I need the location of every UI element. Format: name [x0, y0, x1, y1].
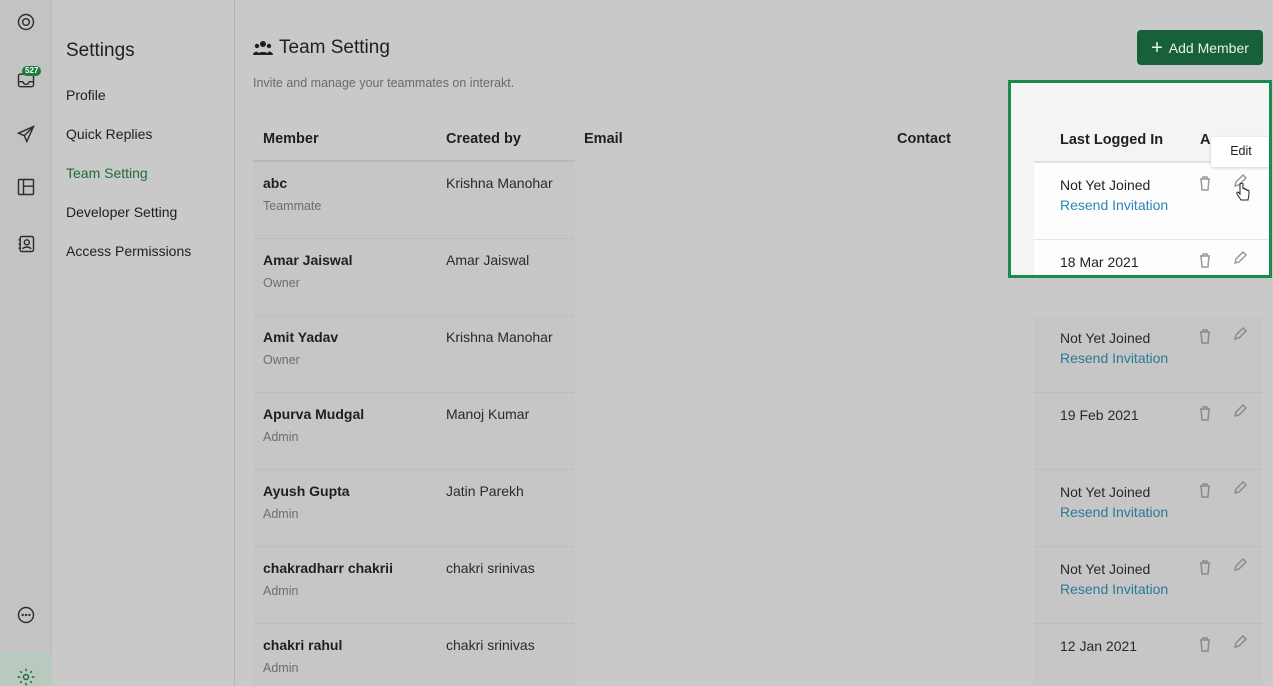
resend-invitation-link[interactable]: Resend Invitation: [1060, 350, 1168, 366]
edit-pencil-icon[interactable]: [1232, 326, 1248, 342]
header-email[interactable]: Email: [584, 131, 623, 147]
member-name: abc: [263, 175, 288, 191]
table-row-actions: 12 Jan 2021: [1034, 624, 1262, 686]
member-name: Amar Jaiswal: [263, 252, 353, 268]
member-name: Apurva Mudgal: [263, 406, 365, 422]
menu-item-access-permissions[interactable]: Access Permissions: [66, 243, 191, 259]
last-logged-in: 12 Jan 2021: [1060, 638, 1138, 654]
icon-rail: 527: [0, 0, 52, 686]
table-row[interactable]: chakradharr chakrii Admin chakri sriniva…: [253, 547, 575, 624]
team-icon: [253, 41, 273, 55]
page-subtitle: Invite and manage your teammates on inte…: [253, 76, 515, 90]
table-row[interactable]: abc Teammate Krishna Manohar: [253, 162, 575, 239]
highlight-box: Last Logged In A Not Yet Joined Resend I…: [1008, 80, 1272, 278]
created-by: Manoj Kumar: [446, 406, 530, 422]
member-role: Admin: [263, 430, 299, 444]
member-role: Teammate: [263, 199, 322, 213]
member-name: chakri rahul: [263, 637, 343, 653]
send-icon[interactable]: [14, 122, 38, 146]
last-logged-in: 18 Mar 2021: [1060, 254, 1139, 270]
member-name: chakradharr chakrii: [263, 560, 393, 576]
created-by: Jatin Parekh: [446, 483, 524, 499]
header-last-logged-in[interactable]: Last Logged In: [1060, 132, 1163, 148]
contacts-icon[interactable]: [14, 232, 38, 256]
table-row[interactable]: Amit Yadav Owner Krishna Manohar: [253, 316, 575, 393]
member-role: Admin: [263, 584, 299, 598]
delete-icon[interactable]: [1198, 405, 1212, 421]
add-member-label: Add Member: [1168, 39, 1249, 56]
table-row[interactable]: chakri rahul Admin chakri srinivas: [253, 624, 575, 686]
delete-icon[interactable]: [1198, 559, 1212, 575]
member-role: Owner: [263, 353, 300, 367]
table-row[interactable]: Amar Jaiswal Owner Amar Jaiswal: [253, 239, 575, 316]
member-name: Amit Yadav: [263, 329, 339, 345]
edit-pencil-icon[interactable]: [1232, 403, 1248, 419]
app-window: 527 Settings Profile Quick Replies Team …: [0, 0, 1273, 686]
member-role: Admin: [263, 661, 299, 675]
header-member[interactable]: Member: [263, 131, 319, 147]
help-chat-icon[interactable]: [14, 603, 38, 627]
edit-pencil-icon[interactable]: [1232, 557, 1248, 573]
table-row-actions: Not Yet Joined Resend Invitation: [1034, 470, 1262, 547]
edit-pencil-icon[interactable]: [1232, 634, 1248, 650]
menu-item-profile[interactable]: Profile: [66, 87, 106, 103]
member-role: Admin: [263, 507, 299, 521]
settings-menu: Settings Profile Quick Replies Team Sett…: [53, 0, 235, 686]
edit-pencil-icon[interactable]: [1232, 480, 1248, 496]
delete-icon[interactable]: [1198, 636, 1212, 652]
member-name: Ayush Gupta: [263, 483, 350, 499]
menu-item-quick-replies[interactable]: Quick Replies: [66, 126, 152, 142]
last-logged-in: Not Yet Joined: [1060, 561, 1151, 577]
created-by: Amar Jaiswal: [446, 252, 530, 268]
page-title: Team Setting: [253, 37, 390, 59]
menu-item-team-setting[interactable]: Team Setting: [66, 165, 148, 181]
last-logged-in: Not Yet Joined: [1060, 484, 1151, 500]
created-by: chakri srinivas: [446, 560, 535, 576]
page-title-text: Team Setting: [279, 37, 390, 58]
delete-icon[interactable]: [1198, 328, 1212, 344]
resend-invitation-link[interactable]: Resend Invitation: [1060, 197, 1168, 213]
chat-logo-icon[interactable]: [14, 10, 38, 34]
add-member-button[interactable]: + Add Member: [1137, 30, 1263, 65]
menu-item-developer-setting[interactable]: Developer Setting: [66, 204, 177, 220]
resend-invitation-link[interactable]: Resend Invitation: [1060, 504, 1168, 520]
table-row-actions: Not Yet Joined Resend Invitation: [1034, 547, 1262, 624]
member-role: Owner: [263, 276, 300, 290]
table-row[interactable]: Ayush Gupta Admin Jatin Parekh: [253, 470, 575, 547]
header-actions[interactable]: A: [1200, 132, 1210, 148]
last-logged-in: Not Yet Joined: [1060, 177, 1151, 193]
last-logged-in: 19 Feb 2021: [1060, 407, 1139, 423]
delete-icon[interactable]: [1198, 482, 1212, 498]
delete-icon[interactable]: [1198, 252, 1212, 268]
header-created-by[interactable]: Created by: [446, 131, 521, 147]
table-row-actions: 18 Mar 2021: [1034, 240, 1269, 275]
inbox-count-badge: 527: [22, 66, 42, 76]
resend-invitation-link[interactable]: Resend Invitation: [1060, 581, 1168, 597]
delete-icon[interactable]: [1198, 175, 1212, 191]
last-logged-in: Not Yet Joined: [1060, 330, 1151, 346]
settings-menu-title: Settings: [66, 40, 135, 61]
header-contact[interactable]: Contact: [897, 131, 951, 147]
table-row-actions: 19 Feb 2021: [1034, 393, 1262, 470]
table-row-actions: Not Yet Joined Resend Invitation: [1034, 316, 1262, 393]
settings-icon[interactable]: [14, 665, 38, 686]
created-by: Krishna Manohar: [446, 329, 553, 345]
plus-icon: +: [1151, 36, 1163, 59]
layout-icon[interactable]: [14, 175, 38, 199]
hand-cursor-icon: [1236, 182, 1250, 201]
created-by: Krishna Manohar: [446, 175, 553, 191]
edit-pencil-icon[interactable]: [1232, 250, 1248, 266]
created-by: chakri srinivas: [446, 637, 535, 653]
table-row[interactable]: Apurva Mudgal Admin Manoj Kumar: [253, 393, 575, 470]
edit-tooltip: Edit: [1211, 137, 1269, 167]
